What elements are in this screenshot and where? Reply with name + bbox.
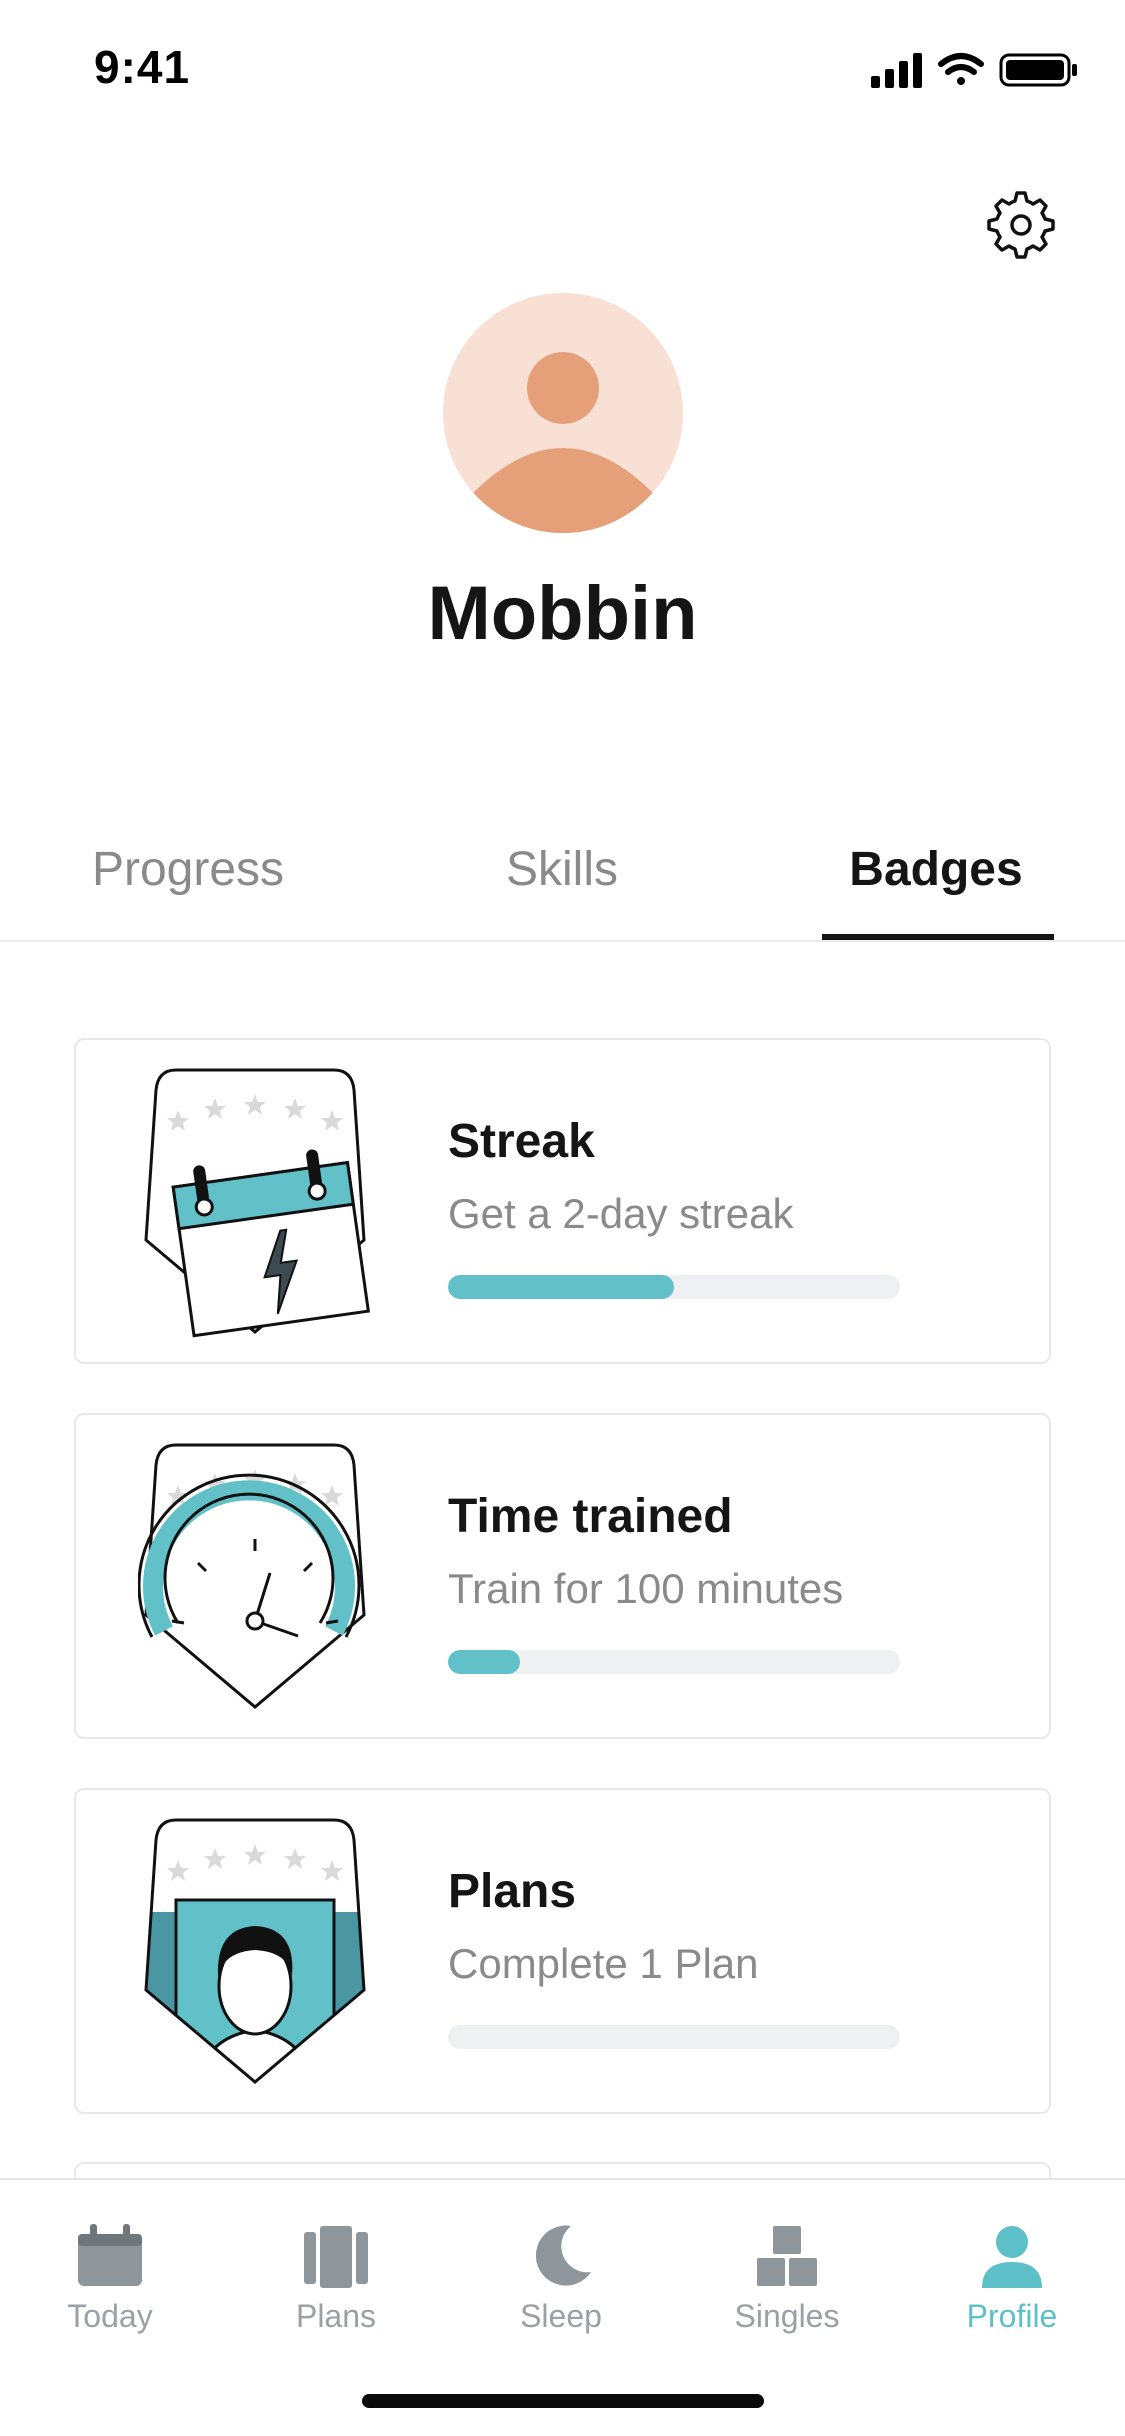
clock-badge-icon	[138, 1443, 366, 1709]
blocks-icon	[757, 2226, 817, 2286]
nav-label: Sleep	[520, 2298, 602, 2334]
person-avatar-icon	[443, 293, 683, 533]
badge-card-streak[interactable]: Streak Get a 2-day streak	[74, 1038, 1051, 1364]
badge-progress-bar	[448, 1275, 900, 1299]
nav-label: Plans	[295, 2298, 377, 2334]
moon-icon	[535, 2225, 591, 2286]
person-icon	[982, 2226, 1042, 2288]
nav-label: Today	[67, 2298, 153, 2334]
calendar-badge-icon	[144, 1068, 371, 1338]
badge-progress-fill	[448, 1275, 674, 1299]
status-bar: 9:41	[0, 0, 1125, 140]
battery-icon	[999, 53, 1077, 87]
badge-title: Streak	[448, 1115, 595, 1168]
tab-progress[interactable]: Progress	[58, 842, 318, 897]
badge-subtitle: Get a 2-day streak	[448, 1190, 794, 1237]
nav-label: Profile	[966, 2298, 1058, 2334]
badge-title: Plans	[448, 1865, 577, 1918]
badge-progress-fill	[448, 1650, 521, 1674]
status-icons	[871, 53, 1077, 88]
badge-title: Time trained	[448, 1490, 733, 1543]
avatar[interactable]	[443, 293, 683, 533]
profile-tabs: Progress Skills Badges	[0, 820, 1125, 942]
profile-name: Mobbin	[427, 571, 698, 656]
badge-card-time-trained[interactable]: Time trained Train for 100 minutes	[74, 1413, 1051, 1739]
active-tab-indicator	[822, 934, 1054, 940]
nav-sleep[interactable]: Sleep	[471, 2220, 651, 2335]
nav-profile[interactable]: Profile	[922, 2220, 1102, 2335]
badge-card-plans[interactable]: Plans Complete 1 Plan	[74, 1788, 1051, 2114]
status-time: 9:41	[94, 41, 191, 93]
badge-progress-bar	[448, 1650, 900, 1674]
tab-skills[interactable]: Skills	[432, 842, 692, 897]
plans-icon	[304, 2226, 368, 2288]
wifi-icon	[938, 53, 984, 85]
nav-singles[interactable]: Singles	[697, 2220, 877, 2335]
badge-progress-bar	[448, 2025, 900, 2049]
nav-label: Singles	[734, 2298, 840, 2334]
plans-badge-icon	[144, 1818, 366, 2084]
gear-icon[interactable]	[984, 188, 1058, 262]
nav-plans[interactable]: Plans	[246, 2220, 426, 2335]
calendar-icon	[78, 2224, 142, 2286]
nav-today[interactable]: Today	[20, 2220, 200, 2335]
tab-badges[interactable]: Badges	[806, 842, 1066, 897]
home-indicator	[362, 2394, 764, 2408]
badge-subtitle: Train for 100 minutes	[448, 1565, 844, 1612]
signal-icon	[871, 53, 922, 88]
badge-subtitle: Complete 1 Plan	[448, 1940, 759, 1987]
